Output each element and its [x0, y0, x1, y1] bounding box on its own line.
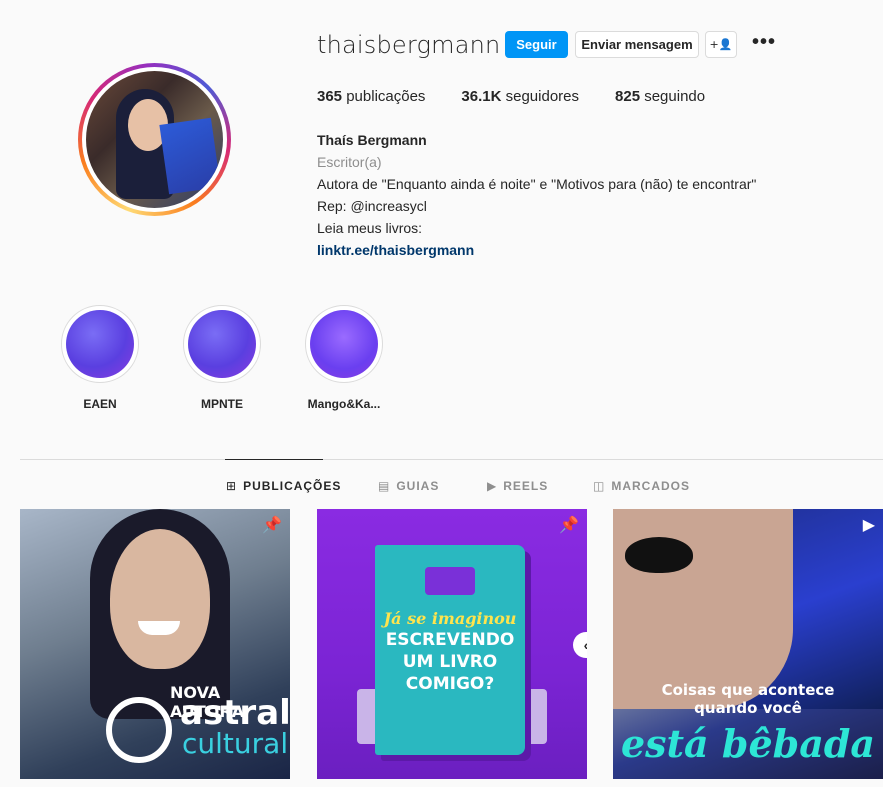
- avatar-photo: [86, 71, 223, 208]
- post-text: está bêbada: [620, 721, 876, 766]
- post-tile[interactable]: NOVA AUTORA astral cultural 📌: [20, 509, 290, 779]
- tab-publicacoes[interactable]: ⊞ PUBLICAÇÕES: [226, 479, 341, 493]
- profile-bio: Thaís Bergmann Escritor(a) Autora de "En…: [317, 129, 756, 261]
- following-stat[interactable]: 825 seguindo: [615, 88, 705, 105]
- sunglasses: [625, 537, 693, 573]
- bio-category: Escritor(a): [317, 154, 382, 170]
- suggest-accounts-button[interactable]: +👤: [705, 31, 737, 58]
- highlight-cover: [188, 310, 256, 378]
- tab-reels[interactable]: ▶ REELS: [487, 479, 548, 493]
- pin-icon: 📌: [559, 517, 579, 534]
- bio-line: Rep: @increasycl: [317, 198, 427, 214]
- profile-username: thaisbergmann: [317, 31, 501, 59]
- grid-icon: ⊞: [226, 479, 238, 493]
- highlight-label: EAEN: [83, 397, 117, 411]
- post-text: cultural: [182, 727, 289, 760]
- post-tile[interactable]: Já se imaginou ESCREVENDO UM LIVRO COMIG…: [317, 509, 587, 779]
- post-text: Coisas que acontece quando você: [661, 681, 835, 717]
- highlight-label: Mango&Ka...: [307, 397, 381, 411]
- profile-stats: 365 publicações 36.1K seguidores 825 seg…: [317, 88, 705, 105]
- followers-stat[interactable]: 36.1K seguidores: [461, 88, 579, 105]
- bio-line: Leia meus livros:: [317, 220, 423, 236]
- tagged-icon: ◫: [593, 479, 606, 493]
- brand-logo: [106, 697, 172, 763]
- reels-icon: ▶: [862, 517, 875, 534]
- more-options-icon[interactable]: •••: [752, 32, 776, 55]
- post-text: ESCREVENDO UM LIVRO COMIGO?: [385, 630, 515, 694]
- profile-page: thaisbergmann Seguir Enviar mensagem +👤 …: [0, 0, 883, 787]
- posts-stat: 365 publicações: [317, 88, 426, 105]
- tabs-divider: [20, 459, 883, 460]
- highlight-label: MPNTE: [201, 397, 243, 411]
- bio-line: Autora de "Enquanto ainda é noite" e "Mo…: [317, 176, 757, 192]
- active-tab-indicator: [225, 459, 323, 460]
- tab-marcados[interactable]: ◫ MARCADOS: [593, 479, 690, 493]
- post-text: Já se imaginou: [383, 609, 517, 628]
- post-text: astral: [180, 693, 290, 733]
- highlight-eaen[interactable]: EAEN: [61, 305, 139, 411]
- guide-icon: ▤: [378, 479, 391, 493]
- profile-avatar[interactable]: [78, 63, 231, 216]
- send-message-button[interactable]: Enviar mensagem: [575, 31, 699, 58]
- highlight-mango[interactable]: Mango&Ka...: [305, 305, 383, 411]
- reels-icon: ▶: [487, 479, 498, 493]
- tab-guias[interactable]: ▤ GUIAS: [378, 479, 439, 493]
- highlight-cover: [310, 310, 378, 378]
- chat-badge-icon: [425, 567, 475, 595]
- bio-full-name: Thaís Bergmann: [317, 132, 427, 148]
- follow-button[interactable]: Seguir: [505, 31, 568, 58]
- highlight-mpnte[interactable]: MPNTE: [183, 305, 261, 411]
- add-user-icon: +👤: [709, 38, 733, 51]
- carousel-prev-icon[interactable]: ‹: [573, 632, 587, 658]
- pin-icon: 📌: [262, 517, 282, 534]
- post-tile[interactable]: Coisas que acontece quando você está bêb…: [613, 509, 883, 779]
- bio-link[interactable]: linktr.ee/thaisbergmann: [317, 239, 756, 261]
- highlight-cover: [66, 310, 134, 378]
